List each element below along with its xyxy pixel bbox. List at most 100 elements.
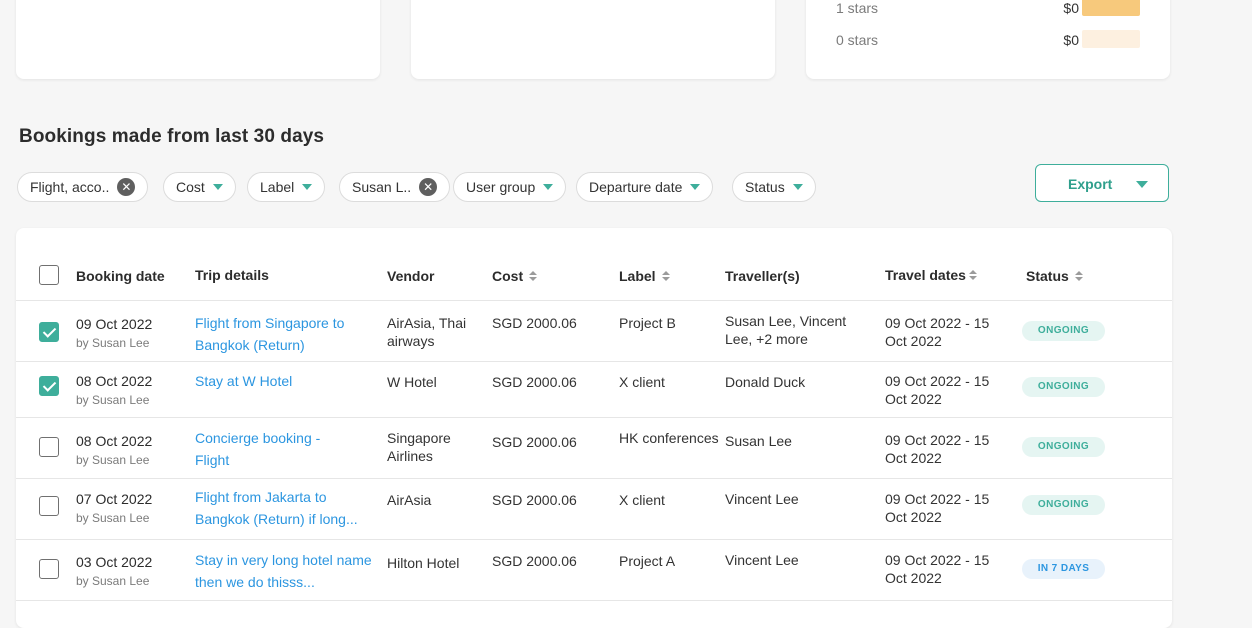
- sort-icon[interactable]: [1074, 271, 1083, 281]
- travellers-cell: Vincent Lee: [725, 491, 799, 507]
- row-checkbox[interactable]: [39, 496, 59, 516]
- header-label[interactable]: Label: [619, 268, 670, 284]
- bookings-table: Booking date Trip details Vendor Cost La…: [16, 228, 1172, 628]
- rating-row-0-stars: 0 stars $0: [836, 30, 1140, 50]
- chevron-down-icon: [1136, 181, 1148, 188]
- header-cost[interactable]: Cost: [492, 268, 538, 284]
- status-badge: ONGOING: [1022, 437, 1105, 457]
- rating-amount: $0: [1063, 0, 1079, 16]
- header-booking-date: Booking date: [76, 268, 165, 284]
- vendor-cell: Singapore Airlines: [387, 430, 451, 464]
- table-row[interactable]: 08 Oct 2022 by Susan Lee Concierge booki…: [16, 418, 1172, 479]
- table-row[interactable]: 07 Oct 2022 by Susan Lee Flight from Jak…: [16, 479, 1172, 540]
- status-badge: ONGOING: [1022, 377, 1105, 397]
- booking-date-cell: 08 Oct 2022 by Susan Lee: [76, 433, 153, 467]
- row-checkbox[interactable]: [39, 376, 59, 396]
- rating-label: 1 stars: [836, 0, 879, 16]
- filter-chip-status[interactable]: Status: [732, 172, 816, 202]
- chevron-down-icon: [212, 184, 223, 190]
- cost-cell: SGD 2000.06: [492, 492, 577, 508]
- filter-chip-label: User group: [466, 179, 536, 195]
- filter-chip-label: Cost: [176, 179, 205, 195]
- clear-filter-icon[interactable]: ✕: [117, 178, 136, 196]
- sort-icon[interactable]: [661, 271, 670, 281]
- row-checkbox[interactable]: [39, 437, 59, 457]
- vendor-cell: AirAsia: [387, 492, 432, 508]
- filter-chip-label: Susan L..: [352, 179, 412, 195]
- rating-row-1-stars: 1 stars $0: [836, 0, 1140, 18]
- trip-details-link[interactable]: Concierge booking - Flight: [195, 427, 355, 471]
- travel-dates-cell: 09 Oct 2022 - 15 Oct 2022: [885, 315, 990, 349]
- filter-chip-departure-date[interactable]: Departure date: [576, 172, 714, 202]
- table-header-row: Booking date Trip details Vendor Cost La…: [16, 228, 1172, 301]
- label-cell: Project A: [619, 553, 676, 569]
- trip-details-link[interactable]: Flight from Singapore to Bangkok (Return…: [195, 312, 375, 356]
- cost-cell: SGD 2000.06: [492, 315, 577, 331]
- header-travel-dates[interactable]: Travel dates: [885, 267, 977, 283]
- travel-dates-cell: 09 Oct 2022 - 15 Oct 2022: [885, 373, 990, 407]
- rating-label: 0 stars: [836, 32, 879, 48]
- summary-card-1: [16, 0, 380, 79]
- booking-date-cell: 09 Oct 2022 by Susan Lee: [76, 316, 153, 350]
- table-row[interactable]: 09 Oct 2022 by Susan Lee Flight from Sin…: [16, 301, 1172, 362]
- export-button[interactable]: Export: [1035, 164, 1169, 202]
- sort-icon[interactable]: [529, 271, 538, 281]
- chevron-down-icon: [690, 184, 701, 190]
- rating-amount: $0: [1063, 32, 1079, 48]
- booking-date-cell: 07 Oct 2022 by Susan Lee: [76, 491, 153, 525]
- header-trip-details: Trip details: [195, 267, 269, 283]
- status-badge: ONGOING: [1022, 321, 1105, 341]
- rating-bar: [1082, 0, 1140, 16]
- trip-details-link[interactable]: Stay at W Hotel: [195, 370, 375, 392]
- clear-filter-icon[interactable]: ✕: [419, 178, 438, 196]
- label-cell: HK conferences: [619, 430, 719, 446]
- filter-chip-label-text: Label: [260, 179, 295, 195]
- label-cell: Project B: [619, 315, 676, 331]
- table-row[interactable]: 03 Oct 2022 by Susan Lee Stay in very lo…: [16, 540, 1172, 601]
- filter-chip-user-group[interactable]: User group: [453, 172, 567, 202]
- status-badge: IN 7 DAYS: [1022, 559, 1105, 579]
- trip-details-link[interactable]: Flight from Jakarta to Bangkok (Return) …: [195, 486, 380, 530]
- travellers-cell: Vincent Lee: [725, 552, 799, 568]
- export-label: Export: [1068, 176, 1113, 192]
- travellers-cell: Susan Lee: [725, 433, 792, 449]
- cost-cell: SGD 2000.06: [492, 553, 577, 569]
- header-vendor: Vendor: [387, 268, 435, 284]
- filter-chip-label[interactable]: Label: [247, 172, 326, 202]
- booking-date-cell: 03 Oct 2022 by Susan Lee: [76, 554, 153, 588]
- table-row[interactable]: 08 Oct 2022 by Susan Lee Stay at W Hotel…: [16, 362, 1172, 418]
- travel-dates-cell: 09 Oct 2022 - 15 Oct 2022: [885, 432, 990, 466]
- select-all-checkbox[interactable]: [39, 265, 59, 285]
- travel-dates-cell: 09 Oct 2022 - 15 Oct 2022: [885, 552, 990, 586]
- rating-bar: [1082, 30, 1140, 48]
- filter-chip-label: Status: [745, 179, 785, 195]
- filter-chip-cost[interactable]: Cost: [163, 172, 236, 202]
- chevron-down-icon: [792, 184, 803, 190]
- summary-card-2: [411, 0, 775, 79]
- travellers-cell: Susan Lee, Vincent Lee, +2 more: [725, 313, 847, 347]
- vendor-cell: Hilton Hotel: [387, 555, 460, 571]
- filter-chip-label: Flight, acco..: [30, 179, 110, 195]
- header-status[interactable]: Status: [1026, 268, 1083, 284]
- sort-icon[interactable]: [968, 270, 977, 280]
- label-cell: X client: [619, 492, 665, 508]
- travel-dates-cell: 09 Oct 2022 - 15 Oct 2022: [885, 491, 990, 525]
- chevron-down-icon: [543, 184, 554, 190]
- row-checkbox[interactable]: [39, 559, 59, 579]
- filter-chip-label: Departure date: [589, 179, 683, 195]
- booking-date-cell: 08 Oct 2022 by Susan Lee: [76, 373, 153, 407]
- cost-cell: SGD 2000.06: [492, 434, 577, 450]
- vendor-cell: W Hotel: [387, 374, 437, 390]
- travellers-cell: Donald Duck: [725, 374, 806, 390]
- trip-details-link[interactable]: Stay in very long hotel name then we do …: [195, 549, 380, 593]
- filter-chip-user[interactable]: Susan L.. ✕: [339, 172, 451, 202]
- vendor-cell: AirAsia, Thai airways: [387, 315, 467, 349]
- filter-chip-booking-type[interactable]: Flight, acco.. ✕: [17, 172, 149, 202]
- header-travellers: Traveller(s): [725, 268, 800, 284]
- ratings-card: 1 stars $0 0 stars $0: [806, 0, 1170, 79]
- cost-cell: SGD 2000.06: [492, 374, 577, 390]
- section-title: Bookings made from last 30 days: [19, 126, 325, 147]
- status-badge: ONGOING: [1022, 495, 1105, 515]
- label-cell: X client: [619, 374, 665, 390]
- row-checkbox[interactable]: [39, 322, 59, 342]
